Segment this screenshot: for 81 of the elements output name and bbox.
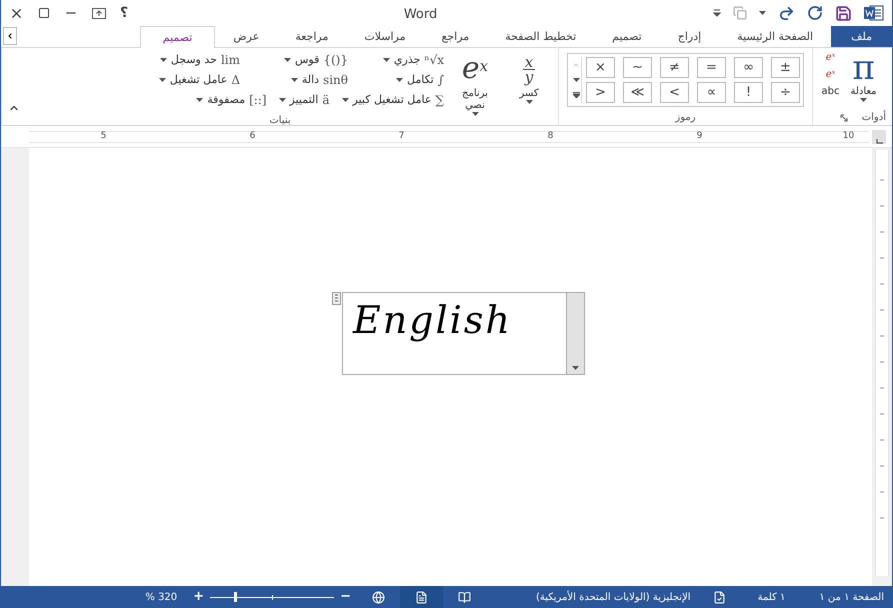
dropdown-caret-icon — [396, 78, 404, 82]
group-title: رموز — [675, 113, 696, 123]
save-icon[interactable] — [835, 4, 852, 22]
redo-menu-caret-icon — [759, 11, 766, 15]
help-icon[interactable]: ؟ — [120, 2, 128, 24]
symbol-button[interactable]: ± — [771, 57, 800, 78]
tab-stop-icon — [876, 138, 882, 144]
dialog-launcher-icon[interactable] — [840, 114, 848, 122]
normal-text-button[interactable]: abc — [822, 84, 840, 99]
tab-scroll-button[interactable] — [3, 27, 17, 45]
structure-button[interactable]: {()} قوس — [252, 52, 348, 68]
ruler-number: 8 — [548, 132, 554, 141]
ruler-number: 7 — [398, 132, 404, 141]
ribbon-tab[interactable]: تصميم — [594, 26, 660, 47]
ribbon-tab[interactable]: تصميم — [140, 26, 216, 48]
ribbon-tab[interactable]: الصفحة الرئيسية — [719, 26, 832, 47]
symbol-button[interactable]: ∞ — [734, 57, 763, 78]
ruler-number: 6 — [250, 132, 256, 141]
repeat-icon[interactable] — [807, 5, 823, 21]
symbol-button[interactable]: ≠ — [660, 57, 689, 78]
word-count[interactable]: ١ كلمة — [748, 590, 796, 604]
symbol-button[interactable]: ÷ — [771, 82, 800, 103]
dropdown-caret-icon — [290, 78, 298, 82]
ribbon-tab[interactable]: مراجع — [424, 26, 488, 47]
equation-box[interactable]: English — [342, 292, 585, 375]
structure-button[interactable]: ∑ عامل تشغيل كبير — [342, 92, 444, 108]
dropdown-caret-icon — [278, 98, 286, 102]
dropdown-caret-icon — [860, 98, 867, 102]
dropdown-caret-icon — [284, 58, 291, 62]
dropdown-caret-icon — [382, 58, 390, 62]
print-view-button[interactable] — [400, 586, 443, 608]
dropdown-caret-icon — [572, 78, 580, 82]
ribbon-tab[interactable]: مراسلات — [346, 26, 424, 47]
read-view-icon — [458, 590, 471, 604]
zoom-out-button[interactable]: − — [334, 587, 357, 607]
ruler-number: 5 — [100, 132, 106, 141]
proofing-icon[interactable] — [712, 590, 726, 604]
symbol-button[interactable]: ≪ — [623, 82, 652, 103]
symbol-button[interactable]: > — [586, 82, 615, 103]
ribbon-tab[interactable]: تخطيط الصفحة — [487, 26, 594, 47]
app-icon[interactable] — [864, 5, 884, 21]
zoom-in-button[interactable]: + — [187, 587, 210, 607]
ribbon-tab[interactable]: عرض — [215, 26, 278, 47]
customize-menu-icon[interactable] — [713, 9, 721, 17]
ruler-number: 10 — [842, 132, 854, 141]
structure-button[interactable]: [::] مصفوفة — [196, 92, 267, 108]
symbol-button[interactable]: = — [697, 57, 726, 78]
redo-icon[interactable] — [778, 4, 795, 22]
symbol-button[interactable]: × — [586, 57, 615, 78]
restore-icon[interactable] — [38, 7, 50, 19]
web-view-icon — [372, 590, 385, 604]
dropdown-caret-icon — [472, 112, 478, 116]
chevron-left-icon — [6, 32, 14, 40]
dropdown-caret-icon — [342, 98, 348, 102]
dropdown-caret-icon — [158, 78, 166, 82]
file-tab[interactable]: ملف — [831, 26, 892, 47]
tab-selector[interactable] — [872, 130, 886, 144]
equation-format-button[interactable]: eˣ — [826, 67, 836, 82]
structure-button[interactable]: ∫ تكامل — [360, 72, 444, 88]
page-count[interactable]: الصفحة ١ من ١ — [811, 590, 892, 604]
dropdown-caret-icon — [196, 98, 204, 102]
equation-text: English — [352, 298, 512, 342]
language-status[interactable]: الإنجليزية (الولايات المتحدة الأمريكية) — [536, 590, 691, 604]
equation-format-button[interactable]: eˣ — [826, 50, 836, 65]
dropdown-caret-icon — [160, 58, 167, 62]
group-title: بنيات — [269, 116, 291, 126]
symbol-button[interactable]: ∝ — [697, 82, 726, 103]
ribbon-tab[interactable]: مراجعة — [277, 26, 346, 47]
symbol-button[interactable]: < — [660, 82, 689, 103]
dropdown-caret-icon — [572, 366, 579, 370]
symbol-button[interactable]: ∼ — [623, 57, 652, 78]
equation-handle-icon[interactable] — [332, 292, 341, 305]
ribbon-tab[interactable]: إدراج — [660, 26, 720, 47]
print-view-icon — [414, 590, 428, 604]
more-icon — [572, 92, 580, 98]
ruler-number: 9 — [696, 132, 702, 141]
symbol-button[interactable]: ! — [734, 82, 763, 103]
ribbon-options-icon[interactable] — [92, 8, 106, 18]
window-title: Word — [404, 7, 438, 22]
dropdown-caret-icon — [526, 100, 532, 104]
zoom-level[interactable]: 320 % — [135, 590, 188, 604]
